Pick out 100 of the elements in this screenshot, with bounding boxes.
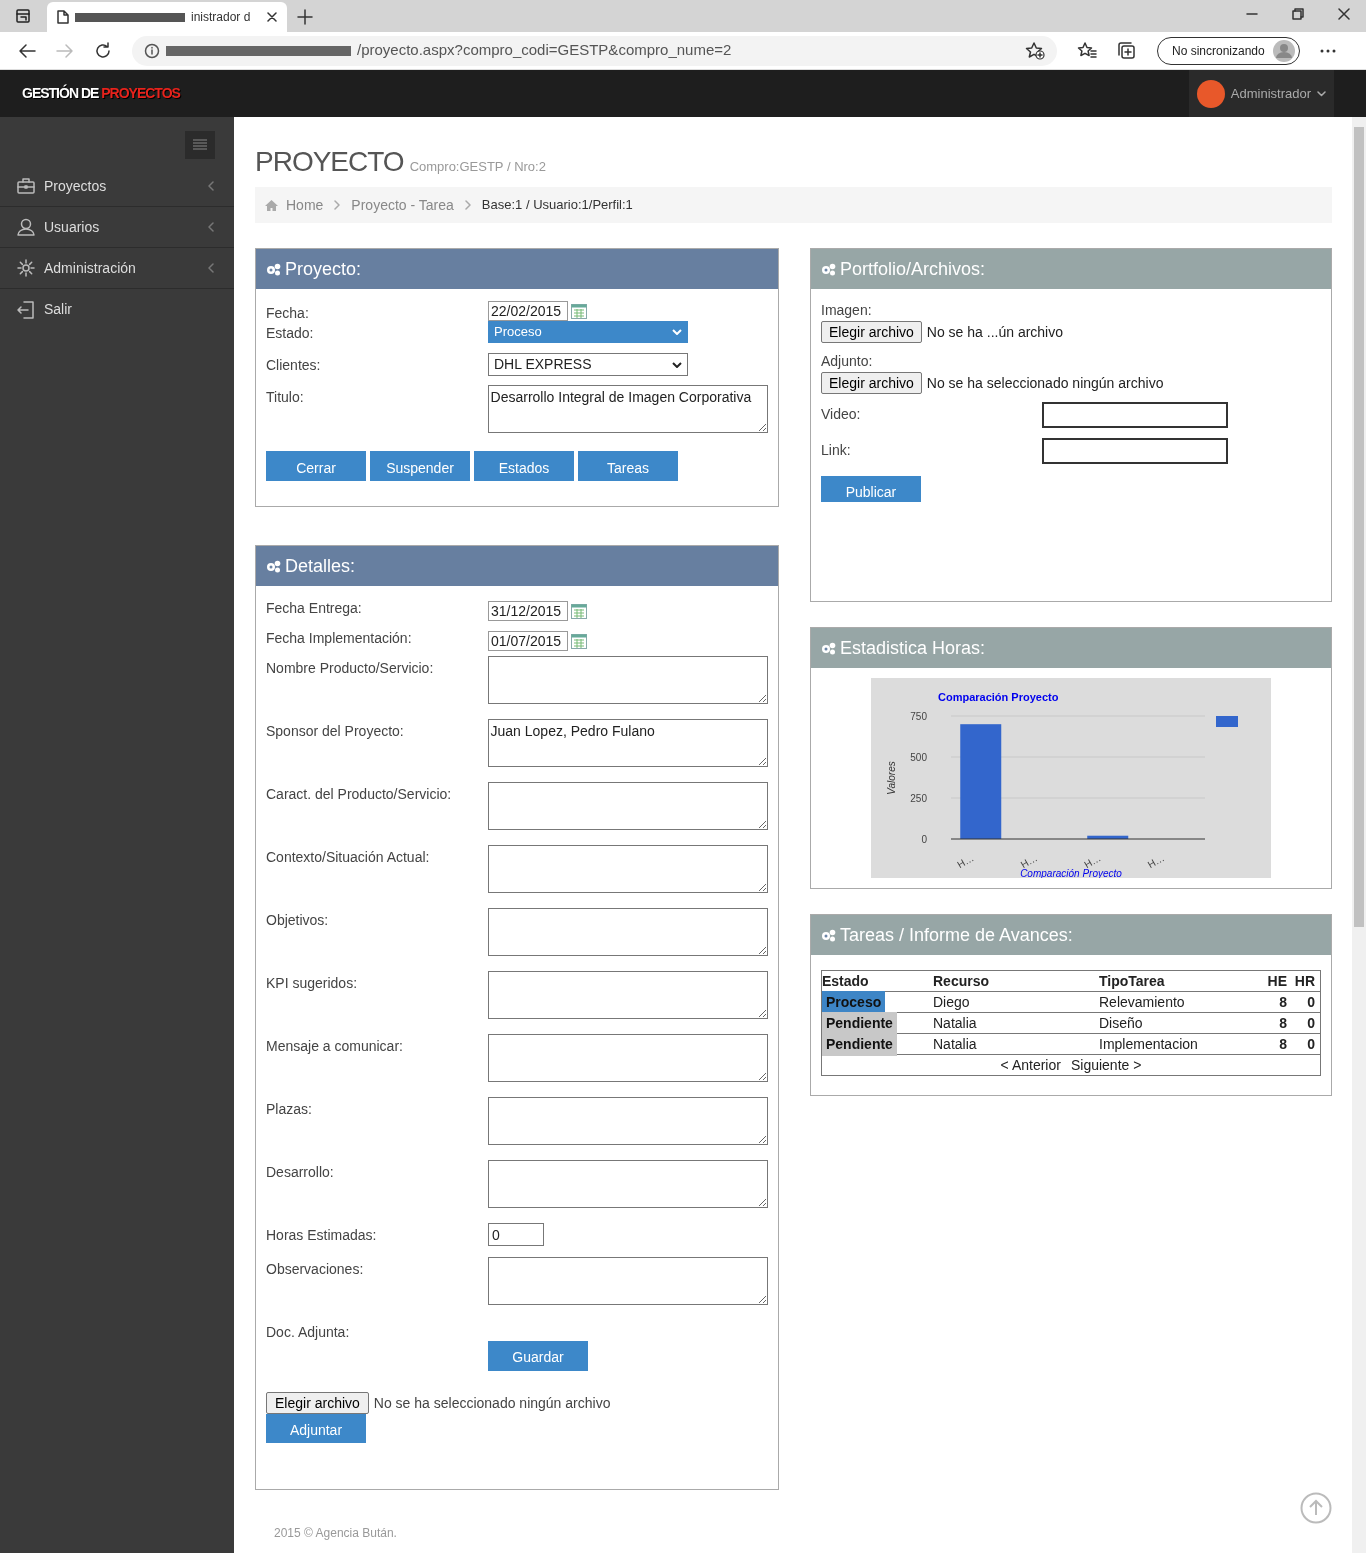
text-field[interactable] — [1042, 402, 1228, 428]
more-icon[interactable] — [1319, 48, 1336, 53]
chevron-icon — [208, 222, 214, 232]
calendar-icon[interactable] — [571, 303, 587, 319]
app-logo[interactable]: GESTIÓN DE PROYECTOS — [22, 83, 180, 104]
publish-button[interactable]: Publicar — [821, 476, 921, 502]
date-field[interactable]: 22/02/2015 — [488, 301, 568, 321]
field-label: Clientes: — [266, 357, 321, 373]
tab-actions-icon[interactable] — [15, 8, 31, 24]
add-favorite-icon[interactable] — [1025, 41, 1045, 60]
field-label: Contexto/Situación Actual: — [266, 849, 430, 865]
action-button[interactable]: Estados — [474, 451, 574, 481]
address-bar[interactable]: /proyecto.aspx?compro_codi=GESTP&compro_nume=2 — [132, 35, 1057, 66]
save-button[interactable]: Guardar — [488, 1341, 588, 1371]
attach-button[interactable]: Adjuntar — [266, 1414, 366, 1443]
field-label: Fecha Entrega: — [266, 600, 362, 616]
y-tick-label: 750 — [910, 711, 927, 722]
text-area[interactable] — [487, 845, 768, 893]
x-tick-label: H… — [1145, 852, 1167, 871]
gear-icon — [17, 259, 35, 277]
scrollbar-thumb[interactable] — [1354, 127, 1364, 927]
reload-icon[interactable] — [94, 41, 112, 60]
caret-icon — [672, 329, 682, 335]
table-cell-text: Diseño — [1099, 1013, 1144, 1033]
sidebar-item[interactable]: Usuarios — [0, 207, 234, 248]
table-cell-text: Natalia — [933, 1034, 978, 1054]
briefcase-icon — [17, 177, 35, 195]
sidebar-item[interactable]: Administración — [0, 248, 234, 289]
y-tick-label: 500 — [910, 752, 927, 763]
pager-link[interactable]: Siguiente > — [1070, 1054, 1142, 1076]
field-label: Link: — [821, 442, 851, 458]
back-icon[interactable] — [18, 42, 36, 59]
sidebar-item[interactable]: Salir — [0, 289, 234, 330]
favorites-icon[interactable] — [1077, 41, 1097, 60]
field-label: Doc. Adjunta: — [266, 1324, 350, 1340]
text-area[interactable] — [487, 1160, 768, 1208]
cogs-icon — [266, 262, 281, 276]
action-button[interactable]: Tareas — [578, 451, 678, 481]
field-label: Adjunto: — [821, 352, 874, 371]
field-label: Horas Estimadas: — [266, 1227, 377, 1243]
calendar-icon[interactable] — [571, 603, 587, 619]
footer-text: 2015 © Agencia Bután. — [274, 1525, 398, 1542]
restore-icon[interactable] — [1292, 8, 1304, 20]
text-area[interactable] — [487, 1034, 768, 1082]
x-tick-label: H… — [1082, 852, 1103, 871]
text-area[interactable] — [487, 656, 768, 704]
chevron-icon — [208, 263, 214, 273]
panel-header: Proyecto: — [256, 249, 778, 289]
text-area[interactable] — [487, 971, 768, 1019]
close-icon[interactable] — [1338, 8, 1350, 20]
new-tab-icon[interactable] — [297, 9, 313, 25]
browser-tab[interactable]: inistrador d — [47, 2, 287, 32]
x-tick-label: H… — [1018, 852, 1040, 871]
file-status: No se ha seleccionado ningún archivo — [373, 1393, 611, 1413]
user-icon — [17, 218, 35, 236]
chart-title: Comparación Proyecto — [938, 691, 1059, 703]
url-text: /proyecto.aspx?compro_codi=GESTP&compro_nume=2 — [357, 40, 732, 61]
column-header: TipoTarea — [1099, 971, 1166, 991]
page-icon — [57, 10, 69, 24]
text-area[interactable] — [487, 1097, 768, 1145]
text-area[interactable] — [487, 1257, 768, 1305]
file-button[interactable]: Elegir archivo — [821, 321, 922, 343]
action-button[interactable]: Suspender — [370, 451, 470, 481]
field-label: Caract. del Producto/Servicio: — [266, 786, 452, 802]
chevron-icon — [334, 200, 341, 210]
text-area[interactable] — [487, 908, 768, 956]
select-field[interactable]: Proceso — [488, 321, 688, 343]
collections-icon[interactable] — [1117, 41, 1137, 60]
column-header: Recurso — [933, 971, 991, 991]
date-field[interactable]: 01/07/2015 — [488, 631, 568, 651]
text-area[interactable] — [487, 782, 768, 830]
field-label: Plazas: — [266, 1101, 312, 1117]
field-label: Objetivos: — [266, 912, 329, 928]
table-cell-text: Diego — [933, 992, 971, 1012]
file-status: No se ha seleccionado ningún archivo — [926, 373, 1164, 393]
select-field[interactable]: DHL EXPRESS — [488, 353, 688, 376]
field-label: Fecha Implementación: — [266, 630, 412, 646]
text-field[interactable] — [1042, 438, 1228, 464]
pager-link[interactable]: < Anterior — [1000, 1054, 1061, 1076]
x-tick-label: H… — [955, 852, 976, 871]
page-subtitle: Compro:GESTP / Nro:2 — [409, 158, 546, 176]
table-cell-text: 0 — [1306, 1034, 1315, 1054]
file-button[interactable]: Elegir archivo — [821, 372, 922, 394]
field-label: Observaciones: — [266, 1261, 364, 1277]
chevron-icon — [464, 200, 471, 210]
text-field[interactable]: 0 — [488, 1223, 544, 1246]
sidebar-item[interactable]: Proyectos — [0, 166, 234, 207]
cogs-icon — [266, 559, 281, 573]
cogs-icon — [821, 641, 836, 655]
date-field[interactable]: 31/12/2015 — [488, 601, 568, 621]
file-button[interactable]: Elegir archivo — [266, 1392, 369, 1414]
text-area[interactable]: Juan Lopez, Pedro Fulano — [487, 719, 768, 767]
user-menu[interactable]: Administrador — [1188, 70, 1334, 117]
page-title: PROYECTO — [255, 145, 404, 179]
action-button[interactable]: Cerrar — [266, 451, 366, 481]
calendar-icon[interactable] — [571, 633, 587, 649]
panel-header: Estadistica Horas: — [811, 628, 1331, 668]
caret-icon — [1317, 90, 1326, 97]
close-icon[interactable] — [267, 12, 277, 22]
text-area[interactable]: Desarrollo Integral de Imagen Corporativa — [487, 385, 768, 433]
